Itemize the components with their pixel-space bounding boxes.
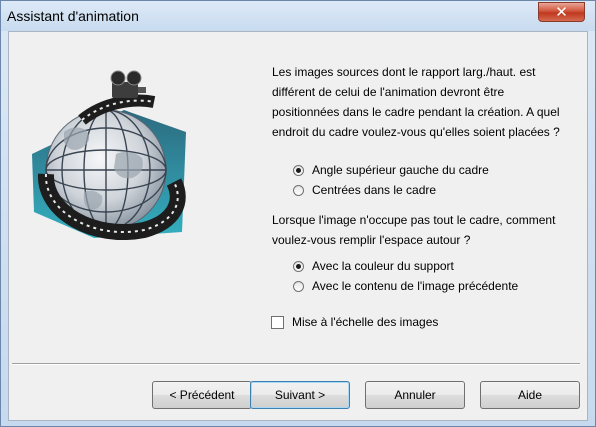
radio-label: Avec la couleur du support	[312, 259, 454, 273]
dialog-body: Les images sources dont le rapport larg.…	[8, 31, 588, 421]
radio-button-checked[interactable]	[293, 164, 304, 176]
button-separator	[12, 363, 580, 365]
radio-support-color[interactable]: Avec la couleur du support	[293, 256, 454, 276]
close-button[interactable]: ✕	[538, 2, 585, 22]
globe-film-reel-icon	[32, 70, 186, 241]
radio-button[interactable]	[293, 280, 304, 292]
next-button[interactable]: Suivant >	[250, 381, 350, 409]
window-title: Assistant d'animation	[7, 8, 139, 24]
radio-button[interactable]	[293, 184, 304, 196]
radio-label: Centrées dans le cadre	[312, 183, 437, 197]
wizard-window: Assistant d'animation ✕ Les images sourc…	[0, 0, 596, 427]
radio-previous-image[interactable]: Avec le contenu de l'image précédente	[293, 276, 518, 296]
checkbox-label: Mise à l'échelle des images	[292, 315, 439, 329]
close-icon: ✕	[555, 2, 568, 21]
radio-top-left-corner[interactable]: Angle supérieur gauche du cadre	[293, 160, 489, 180]
radio-centered[interactable]: Centrées dans le cadre	[293, 180, 436, 200]
scale-images-option[interactable]: Mise à l'échelle des images	[271, 312, 438, 332]
radio-button-checked[interactable]	[293, 260, 304, 272]
help-button[interactable]: Aide	[480, 381, 580, 409]
question2-text: Lorsque l'image n'occupe pas tout le cad…	[272, 213, 556, 247]
previous-button[interactable]: < Précédent	[152, 381, 252, 409]
title-bar[interactable]: Assistant d'animation ✕	[1, 1, 595, 31]
radio-label: Angle supérieur gauche du cadre	[312, 163, 489, 177]
cancel-button[interactable]: Annuler	[365, 381, 465, 409]
question1-text: Les images sources dont le rapport larg.…	[272, 65, 560, 139]
scale-images-checkbox[interactable]	[271, 315, 284, 329]
radio-label: Avec le contenu de l'image précédente	[312, 279, 519, 293]
